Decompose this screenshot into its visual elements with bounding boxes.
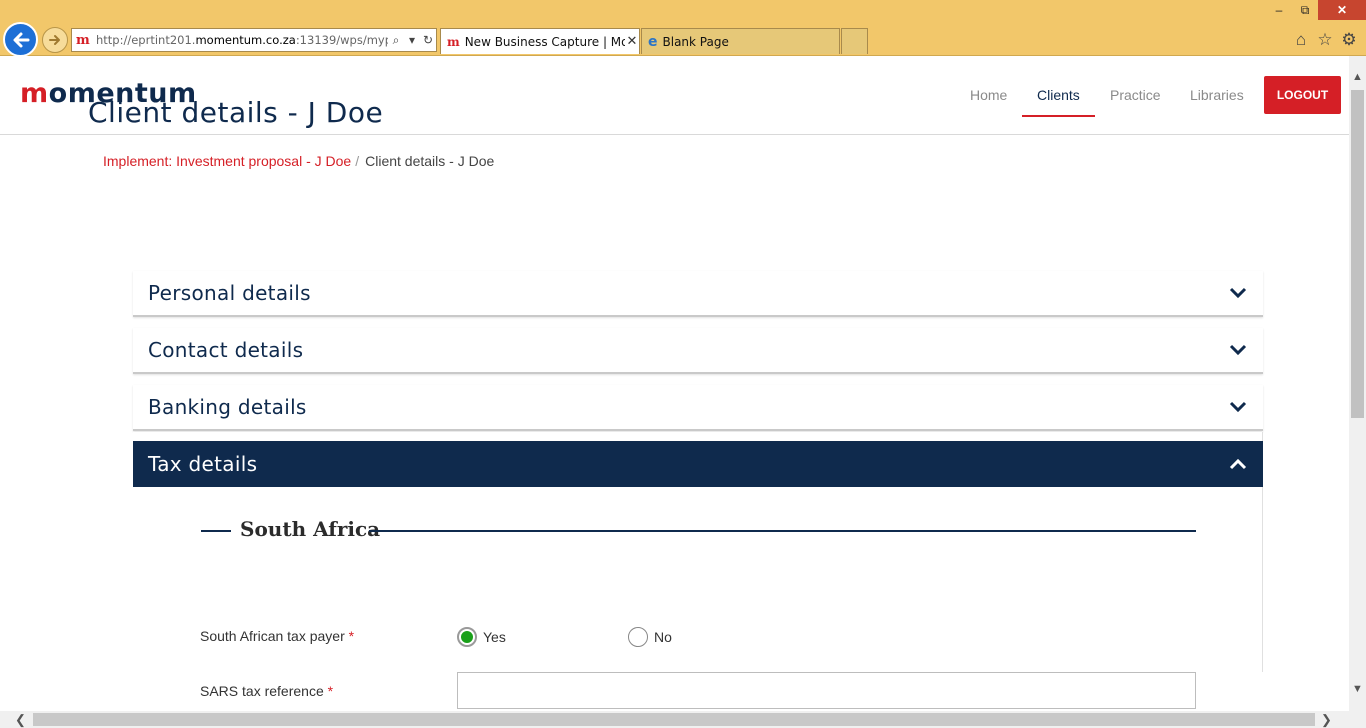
dropdown-icon[interactable]: ▾ [404, 33, 420, 47]
scroll-down-icon[interactable]: ▼ [1349, 680, 1366, 697]
nav-home[interactable]: Home [970, 87, 1007, 103]
arrow-right-icon [49, 35, 60, 45]
tab-title: New Business Capture | Mo... [464, 34, 625, 49]
accordion-contact-details[interactable]: Contact details [133, 328, 1263, 374]
refresh-icon[interactable]: ↻ [420, 33, 436, 47]
chevron-down-icon [1213, 401, 1263, 413]
scrollbar-thumb[interactable] [33, 713, 1315, 726]
site-favicon-icon: m [447, 34, 460, 49]
scroll-right-icon[interactable]: ❯ [1318, 711, 1335, 728]
logout-button[interactable]: LOGOUT [1264, 76, 1341, 114]
arrow-left-icon [13, 32, 29, 47]
forward-button[interactable] [42, 27, 68, 53]
breadcrumb: Implement: Investment proposal - J Doe / C… [103, 153, 494, 169]
minimize-button[interactable]: – [1266, 0, 1292, 20]
settings-gear-icon[interactable]: ⚙ [1338, 29, 1360, 51]
required-marker: * [348, 628, 355, 644]
browser-tab-blank-page[interactable]: e Blank Page [641, 28, 840, 54]
sars-ref-label: SARS tax reference * [200, 683, 334, 699]
address-bar[interactable]: m http://eprtint201.momentum.co.za:13139… [71, 28, 437, 52]
section-divider [369, 530, 1196, 532]
breadcrumb-separator: / [355, 153, 360, 169]
chevron-down-icon [1213, 344, 1263, 356]
radio-selected-icon[interactable] [457, 627, 477, 647]
breadcrumb-link[interactable]: Implement: Investment proposal - J Doe [103, 153, 351, 169]
radio-unselected-icon[interactable] [628, 627, 648, 647]
site-favicon-icon: m [76, 32, 90, 48]
taxpayer-yes-radio[interactable]: Yes [457, 627, 506, 647]
scrollbar-thumb[interactable] [1351, 90, 1364, 418]
home-icon[interactable]: ⌂ [1290, 29, 1312, 51]
nav-practice[interactable]: Practice [1110, 87, 1161, 103]
accordion-label: Personal details [148, 281, 311, 305]
taxpayer-no-radio[interactable]: No [628, 627, 672, 647]
accordion-personal-details[interactable]: Personal details [133, 271, 1263, 317]
new-tab-button[interactable] [841, 28, 868, 54]
vertical-scrollbar[interactable]: ▲ ▼ [1349, 56, 1366, 711]
radio-label: Yes [483, 629, 506, 645]
scroll-up-icon[interactable]: ▲ [1349, 68, 1366, 85]
nav-clients[interactable]: Clients [1037, 87, 1080, 103]
sars-tax-reference-input[interactable] [457, 672, 1196, 709]
accordion-tax-details[interactable]: Tax details [133, 441, 1263, 487]
favorites-star-icon[interactable]: ☆ [1314, 29, 1336, 51]
nav-libraries[interactable]: Libraries [1190, 87, 1244, 103]
section-title: South Africa [240, 517, 381, 541]
search-icon[interactable]: ⌕ [388, 33, 404, 48]
taxpayer-label: South African tax payer * [200, 628, 355, 644]
required-marker: * [327, 683, 334, 699]
horizontal-scrollbar[interactable]: ❮ ❯ [0, 711, 1366, 728]
chevron-down-icon [1213, 287, 1263, 299]
address-url[interactable]: http://eprtint201.momentum.co.za:13139/w… [96, 33, 388, 47]
accordion-label: Banking details [148, 395, 307, 419]
radio-label: No [654, 629, 672, 645]
restore-button[interactable]: ⧉ [1292, 0, 1318, 20]
breadcrumb-current: Client details - J Doe [365, 153, 495, 169]
ie-logo-icon: e [648, 33, 658, 50]
chevron-up-icon [1213, 458, 1263, 470]
accordion-label: Contact details [148, 338, 304, 362]
back-button[interactable] [3, 22, 38, 57]
browser-tab-new-business[interactable]: m New Business Capture | Mo... ✕ [440, 28, 640, 54]
active-nav-indicator [1022, 115, 1095, 117]
tab-title: Blank Page [662, 34, 729, 49]
accordion-banking-details[interactable]: Banking details [133, 385, 1263, 431]
close-tab-icon[interactable]: ✕ [625, 34, 639, 49]
close-window-button[interactable]: ✕ [1318, 0, 1366, 20]
accordion-label: Tax details [148, 452, 258, 476]
section-divider [201, 530, 231, 532]
scroll-left-icon[interactable]: ❮ [12, 711, 29, 728]
browser-chrome: m http://eprtint201.momentum.co.za:13139… [0, 0, 1366, 57]
page-title: Client details - J Doe [88, 96, 384, 129]
